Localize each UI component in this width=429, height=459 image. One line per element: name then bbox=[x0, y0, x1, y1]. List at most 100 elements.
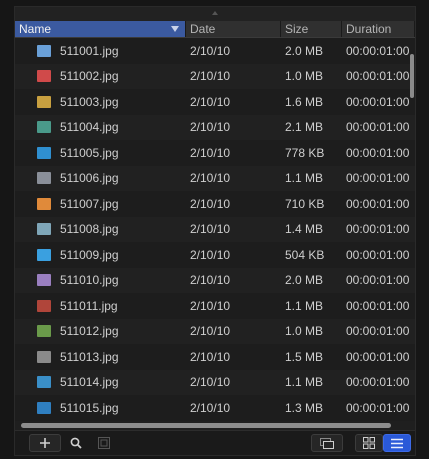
file-name: 511002.jpg bbox=[60, 69, 119, 84]
file-size: 1.5 MB bbox=[285, 349, 324, 364]
search-button[interactable] bbox=[63, 434, 89, 452]
column-header-duration[interactable]: Duration bbox=[342, 21, 415, 37]
preview-button[interactable] bbox=[311, 434, 343, 452]
image-thumbnail-icon bbox=[37, 70, 51, 83]
bottom-toolbar bbox=[15, 430, 415, 455]
file-size: 1.1 MB bbox=[285, 171, 324, 186]
file-size: 778 KB bbox=[285, 145, 325, 160]
file-date: 2/10/10 bbox=[190, 120, 231, 135]
table-row[interactable]: 511003.jpg 2/10/10 1.6 MB 00:00:01:00 bbox=[15, 89, 415, 115]
file-date: 2/10/10 bbox=[190, 298, 231, 313]
file-date: 2/10/10 bbox=[190, 349, 231, 364]
file-size: 1.1 MB bbox=[285, 375, 324, 390]
image-thumbnail-icon bbox=[37, 299, 51, 312]
file-name: 511010.jpg bbox=[60, 273, 119, 288]
grip-icon bbox=[212, 11, 218, 15]
file-name: 511012.jpg bbox=[60, 324, 119, 339]
file-date: 2/10/10 bbox=[190, 94, 231, 109]
image-thumbnail-icon bbox=[37, 172, 51, 185]
table-row[interactable]: 511002.jpg 2/10/10 1.0 MB 00:00:01:00 bbox=[15, 63, 415, 89]
column-header-duration-label: Duration bbox=[346, 22, 392, 36]
table-row[interactable]: 511012.jpg 2/10/10 1.0 MB 00:00:01:00 bbox=[15, 318, 415, 344]
grid-view-button[interactable] bbox=[355, 434, 383, 452]
image-thumbnail-icon bbox=[37, 350, 51, 363]
file-date: 2/10/10 bbox=[190, 145, 231, 160]
file-name: 511004.jpg bbox=[60, 120, 119, 135]
file-name: 511003.jpg bbox=[60, 94, 119, 109]
file-size: 1.6 MB bbox=[285, 94, 324, 109]
image-thumbnail-icon bbox=[37, 44, 51, 57]
column-header-name-label: Name bbox=[19, 22, 52, 36]
table-row[interactable]: 511014.jpg 2/10/10 1.1 MB 00:00:01:00 bbox=[15, 369, 415, 395]
column-header-date[interactable]: Date bbox=[186, 21, 281, 37]
image-thumbnail-icon bbox=[37, 197, 51, 210]
horizontal-scrollbar[interactable] bbox=[21, 423, 391, 428]
file-duration: 00:00:01:00 bbox=[346, 171, 410, 186]
file-name: 511014.jpg bbox=[60, 375, 119, 390]
plus-icon bbox=[40, 438, 50, 448]
vertical-scrollbar[interactable] bbox=[409, 38, 415, 98]
table-row[interactable]: 511006.jpg 2/10/10 1.1 MB 00:00:01:00 bbox=[15, 165, 415, 191]
column-header-row: Name Date Size Duration bbox=[15, 21, 415, 38]
image-thumbnail-icon bbox=[37, 248, 51, 261]
table-row[interactable]: 511010.jpg 2/10/10 2.0 MB 00:00:01:00 bbox=[15, 267, 415, 293]
table-row[interactable]: 511004.jpg 2/10/10 2.1 MB 00:00:01:00 bbox=[15, 114, 415, 140]
file-size: 504 KB bbox=[285, 247, 325, 262]
file-size: 1.0 MB bbox=[285, 69, 324, 84]
table-row[interactable]: 511013.jpg 2/10/10 1.5 MB 00:00:01:00 bbox=[15, 344, 415, 370]
import-icon bbox=[98, 437, 110, 449]
file-size: 2.0 MB bbox=[285, 273, 324, 288]
file-duration: 00:00:01:00 bbox=[346, 298, 410, 313]
table-row[interactable]: 511015.jpg 2/10/10 1.3 MB 00:00:01:00 bbox=[15, 395, 415, 421]
add-button[interactable] bbox=[29, 434, 61, 452]
file-name: 511008.jpg bbox=[60, 222, 119, 237]
grid-view-icon bbox=[363, 437, 375, 449]
table-row[interactable]: 511011.jpg 2/10/10 1.1 MB 00:00:01:00 bbox=[15, 293, 415, 319]
table-row[interactable]: 511009.jpg 2/10/10 504 KB 00:00:01:00 bbox=[15, 242, 415, 268]
table-row[interactable]: 511007.jpg 2/10/10 710 KB 00:00:01:00 bbox=[15, 191, 415, 217]
file-duration: 00:00:01:00 bbox=[346, 400, 410, 415]
file-date: 2/10/10 bbox=[190, 375, 231, 390]
file-duration: 00:00:01:00 bbox=[346, 145, 410, 160]
column-header-size-label: Size bbox=[285, 22, 309, 36]
file-name: 511015.jpg bbox=[60, 400, 119, 415]
file-duration: 00:00:01:00 bbox=[346, 94, 410, 109]
file-duration: 00:00:01:00 bbox=[346, 69, 410, 84]
list-view-button[interactable] bbox=[383, 434, 411, 452]
file-date: 2/10/10 bbox=[190, 247, 231, 262]
file-size: 1.4 MB bbox=[285, 222, 324, 237]
file-name: 511007.jpg bbox=[60, 196, 119, 211]
file-size: 2.1 MB bbox=[285, 120, 324, 135]
table-row[interactable]: 511001.jpg 2/10/10 2.0 MB 00:00:01:00 bbox=[15, 38, 415, 64]
file-duration: 00:00:01:00 bbox=[346, 273, 410, 288]
file-name: 511001.jpg bbox=[60, 43, 119, 58]
file-size: 2.0 MB bbox=[285, 43, 324, 58]
image-thumbnail-icon bbox=[37, 274, 51, 287]
column-header-date-label: Date bbox=[190, 22, 216, 36]
column-header-name[interactable]: Name bbox=[15, 21, 186, 37]
image-thumbnail-icon bbox=[37, 325, 51, 338]
file-date: 2/10/10 bbox=[190, 69, 231, 84]
vertical-scrollbar-thumb[interactable] bbox=[410, 54, 414, 98]
file-duration: 00:00:01:00 bbox=[346, 43, 410, 58]
file-size: 710 KB bbox=[285, 196, 325, 211]
file-duration: 00:00:01:00 bbox=[346, 196, 410, 211]
file-duration: 00:00:01:00 bbox=[346, 375, 410, 390]
file-browser-panel: Name Date Size Duration 511001.jpg 2/10/… bbox=[14, 6, 416, 456]
image-thumbnail-icon bbox=[37, 121, 51, 134]
file-size: 1.3 MB bbox=[285, 400, 324, 415]
file-size: 1.1 MB bbox=[285, 298, 324, 313]
file-duration: 00:00:01:00 bbox=[346, 324, 410, 339]
file-date: 2/10/10 bbox=[190, 273, 231, 288]
file-list: 511001.jpg 2/10/10 2.0 MB 00:00:01:00 51… bbox=[15, 38, 415, 422]
table-row[interactable]: 511005.jpg 2/10/10 778 KB 00:00:01:00 bbox=[15, 140, 415, 166]
resize-handle[interactable] bbox=[15, 7, 415, 21]
file-date: 2/10/10 bbox=[190, 196, 231, 211]
table-row[interactable]: 511008.jpg 2/10/10 1.4 MB 00:00:01:00 bbox=[15, 216, 415, 242]
file-name: 511005.jpg bbox=[60, 145, 119, 160]
column-header-size[interactable]: Size bbox=[281, 21, 342, 37]
file-date: 2/10/10 bbox=[190, 222, 231, 237]
import-button[interactable] bbox=[91, 434, 117, 452]
file-duration: 00:00:01:00 bbox=[346, 222, 410, 237]
file-name: 511011.jpg bbox=[60, 298, 118, 313]
